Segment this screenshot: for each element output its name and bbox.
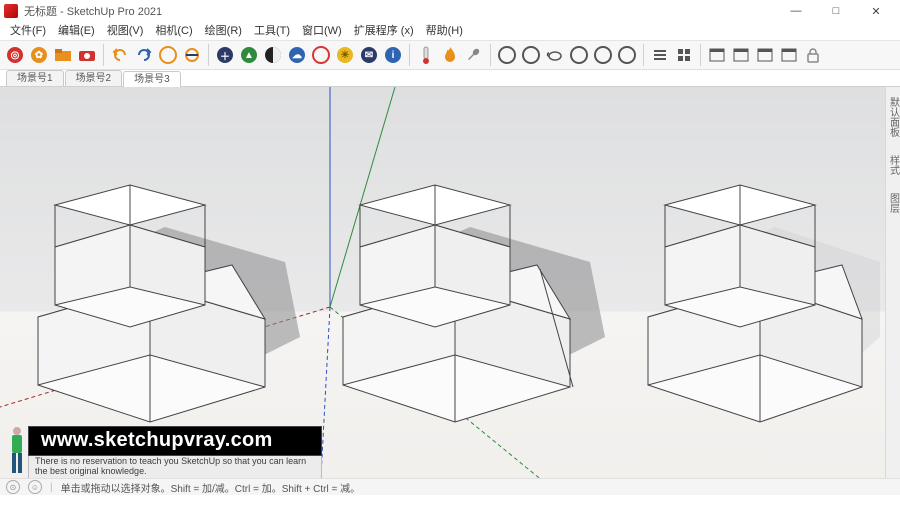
scene-tab-3[interactable]: 场景号3 — [123, 71, 181, 87]
palette-icon[interactable] — [520, 44, 542, 66]
window-icon[interactable] — [754, 44, 776, 66]
app-icon — [4, 4, 18, 18]
watermark-url: www.sketchupvray.com — [28, 426, 322, 456]
grid-icon[interactable] — [673, 44, 695, 66]
menu-edit[interactable]: 编辑(E) — [52, 22, 101, 40]
cloud-icon[interactable]: ☁ — [286, 44, 308, 66]
window-title: 无标题 - SketchUp Pro 2021 — [24, 3, 162, 19]
target-icon[interactable]: ◎ — [4, 44, 26, 66]
menu-extensions[interactable]: 扩展程序 (x) — [348, 22, 420, 40]
minimize-button[interactable]: — — [776, 0, 816, 22]
watermark: www.sketchupvray.com There is no reserva… — [28, 426, 322, 479]
window-icon[interactable] — [706, 44, 728, 66]
scene-tab-bar: 场景号1 场景号2 场景号3 — [0, 70, 900, 87]
gear-icon[interactable]: ✿ — [28, 44, 50, 66]
person-icon[interactable]: ☺ — [28, 480, 42, 494]
refresh-icon[interactable] — [310, 44, 332, 66]
wrench-icon[interactable] — [463, 44, 485, 66]
scene-tab-1[interactable]: 场景号1 — [6, 70, 64, 86]
geo-icon[interactable]: ⊙ — [6, 480, 20, 494]
menu-bar: 文件(F) 编辑(E) 视图(V) 相机(C) 绘图(R) 工具(T) 窗口(W… — [0, 22, 900, 41]
tray-tab-layers[interactable]: 图层 — [886, 189, 900, 217]
camera-icon[interactable] — [76, 44, 98, 66]
undo-icon[interactable] — [109, 44, 131, 66]
thermometer-icon[interactable] — [415, 44, 437, 66]
rings-icon[interactable] — [616, 44, 638, 66]
scene-tab-2[interactable]: 场景号2 — [65, 70, 123, 86]
swirl-icon[interactable] — [592, 44, 614, 66]
stack-icon[interactable] — [649, 44, 671, 66]
menu-view[interactable]: 视图(V) — [101, 22, 150, 40]
window-icon[interactable] — [730, 44, 752, 66]
globe-icon[interactable] — [496, 44, 518, 66]
status-hint: 单击或拖动以选择对象。Shift = 加/减。Ctrl = 加。Shift + … — [61, 480, 361, 495]
sun-icon[interactable]: ☀ — [334, 44, 356, 66]
folder-icon[interactable] — [52, 44, 74, 66]
tree-icon[interactable]: ▲ — [238, 44, 260, 66]
menu-draw[interactable]: 绘图(R) — [199, 22, 248, 40]
menu-window[interactable]: 窗口(W) — [296, 22, 348, 40]
ring-icon[interactable] — [157, 44, 179, 66]
spiral-icon[interactable] — [568, 44, 590, 66]
close-button[interactable]: ✕ — [856, 0, 896, 22]
ring-bar-icon[interactable] — [181, 44, 203, 66]
scale-figure — [6, 425, 28, 479]
menu-camera[interactable]: 相机(C) — [149, 22, 198, 40]
status-bar: ⊙ ☺ | 单击或拖动以选择对象。Shift = 加/减。Ctrl = 加。Sh… — [0, 478, 900, 495]
model-viewport[interactable]: 默认面板 样式 图层 www.sketchupvray.com There is… — [0, 87, 900, 495]
title-bar: 无标题 - SketchUp Pro 2021 — □ ✕ — [0, 0, 900, 22]
tray-tab-styles[interactable]: 样式 — [886, 151, 900, 179]
watermark-caption: There is no reservation to teach you Ske… — [28, 456, 322, 479]
tray-tab-default[interactable]: 默认面板 — [886, 93, 900, 141]
flame-icon[interactable] — [439, 44, 461, 66]
teapot-icon[interactable] — [544, 44, 566, 66]
checker-icon[interactable] — [262, 44, 284, 66]
info-icon[interactable]: i — [382, 44, 404, 66]
lock-icon[interactable] — [802, 44, 824, 66]
menu-tools[interactable]: 工具(T) — [248, 22, 296, 40]
mail-icon[interactable]: ✉ — [358, 44, 380, 66]
menu-help[interactable]: 帮助(H) — [420, 22, 469, 40]
maximize-button[interactable]: □ — [816, 0, 856, 22]
window-icon[interactable] — [778, 44, 800, 66]
menu-file[interactable]: 文件(F) — [4, 22, 52, 40]
right-tray[interactable]: 默认面板 样式 图层 — [885, 87, 900, 495]
plus-icon[interactable]: ＋ — [214, 44, 236, 66]
redo-icon[interactable] — [133, 44, 155, 66]
main-toolbar: ◎ ✿ ＋ ▲ ☁ ☀ ✉ i — [0, 41, 900, 70]
